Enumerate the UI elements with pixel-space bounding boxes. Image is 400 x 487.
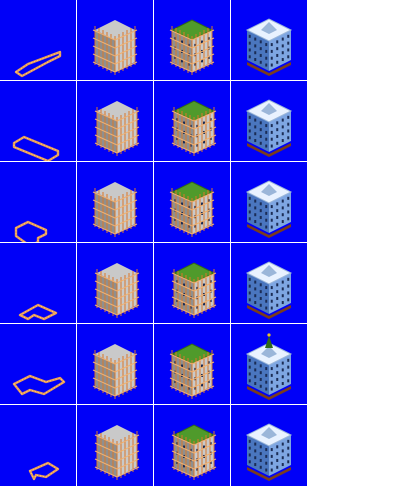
scaffold-icon [92, 20, 138, 75]
sprite-tile [231, 324, 307, 404]
finished-building-icon [245, 423, 293, 481]
sprite-tile [154, 0, 230, 80]
sprite-tile [154, 324, 230, 404]
foundation-icon [12, 135, 60, 161]
finished-building-icon [245, 180, 293, 238]
sprite-tile [231, 243, 307, 323]
sprite-tile [0, 81, 76, 161]
sprite-grid [0, 0, 309, 487]
sprite-tile [231, 405, 307, 486]
scaffold-icon [92, 182, 138, 237]
sprite-tile [0, 324, 76, 404]
finished-building-icon [245, 18, 293, 76]
sprite-tile [154, 405, 230, 486]
foundation-icon [18, 303, 58, 321]
scaffold-icon [94, 425, 140, 480]
foundation-icon [14, 220, 48, 242]
foundation-icon [14, 50, 62, 78]
scaffold-roof-icon [169, 19, 215, 75]
sprite-tile [154, 162, 230, 242]
foundation-icon [12, 374, 66, 396]
sprite-tile [77, 81, 153, 161]
finished-building-icon [245, 333, 293, 400]
sprite-tile [231, 81, 307, 161]
sprite-tile [77, 243, 153, 323]
sprite-tile [77, 324, 153, 404]
scaffold-roof-icon [171, 262, 217, 318]
sprite-tile [231, 162, 307, 242]
scaffold-roof-icon [169, 343, 215, 399]
sprite-tile [77, 405, 153, 486]
sprite-sheet [0, 0, 400, 487]
sprite-tile [77, 162, 153, 242]
finished-building-icon [245, 261, 293, 319]
sprite-tile [0, 0, 76, 80]
sprite-tile [154, 81, 230, 161]
finished-building-icon [245, 99, 293, 157]
sprite-tile [0, 162, 76, 242]
scaffold-icon [92, 344, 138, 399]
sprite-tile [77, 0, 153, 80]
scaffold-icon [94, 263, 140, 318]
sprite-tile [154, 243, 230, 323]
scaffold-roof-icon [171, 424, 217, 480]
foundation-icon [28, 461, 60, 481]
sprite-tile [231, 0, 307, 80]
sprite-tile [0, 243, 76, 323]
scaffold-roof-icon [171, 100, 217, 156]
scaffold-icon [94, 101, 140, 156]
sprite-tile [0, 405, 76, 486]
scaffold-roof-icon [169, 181, 215, 237]
